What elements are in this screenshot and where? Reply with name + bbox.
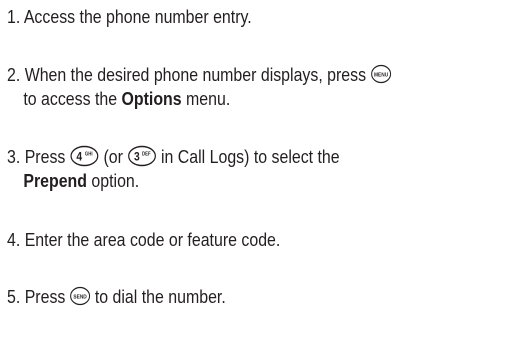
step-number: 1. (7, 6, 21, 27)
step-text: option. (91, 170, 140, 192)
svg-text:SEND: SEND (73, 294, 87, 300)
step-text: Press (24, 286, 66, 307)
step-text: Press (24, 146, 66, 167)
svg-text:DEF: DEF (142, 151, 151, 156)
prepend-option-label: Prepend (23, 170, 88, 192)
step-5: 5. Press SEND to dial the number. (7, 285, 438, 309)
step-2: 2. When the desired phone number display… (7, 63, 438, 111)
svg-text:4: 4 (76, 151, 82, 164)
step-text: to access the (23, 88, 118, 109)
step-number: 2. (7, 64, 21, 85)
step-text: (or (103, 146, 123, 167)
step-number: 5. (7, 286, 21, 307)
step-1: 1. Access the phone number entry. (7, 5, 438, 29)
menu-key-icon: MENU (370, 64, 391, 84)
send-key-icon: SEND (70, 286, 91, 306)
key-3-icon: 3 DEF (127, 145, 156, 167)
svg-text:GHI: GHI (85, 151, 93, 156)
step-text: in Call Logs) to select the (160, 146, 340, 167)
step-3: 3. Press 4 GHI (or 3 DEF in Call Logs) t… (7, 145, 438, 193)
svg-text:3: 3 (134, 151, 140, 164)
key-4-icon: 4 GHI (70, 145, 99, 167)
instruction-page: 1. Access the phone number entry. 2. Whe… (0, 0, 512, 338)
step-text: to dial the number. (94, 286, 226, 307)
svg-text:MENU: MENU (374, 72, 388, 78)
step-number: 3. (7, 146, 21, 167)
options-menu-label: Options (121, 88, 182, 109)
step-number: 4. (7, 229, 21, 250)
step-text: Access the phone number entry. (23, 6, 252, 27)
step-text: menu. (186, 88, 231, 109)
step-text: When the desired phone number displays, … (24, 64, 367, 85)
step-4: 4. Enter the area code or feature code. (7, 228, 438, 252)
step-text: Enter the area code or feature code. (24, 229, 281, 250)
